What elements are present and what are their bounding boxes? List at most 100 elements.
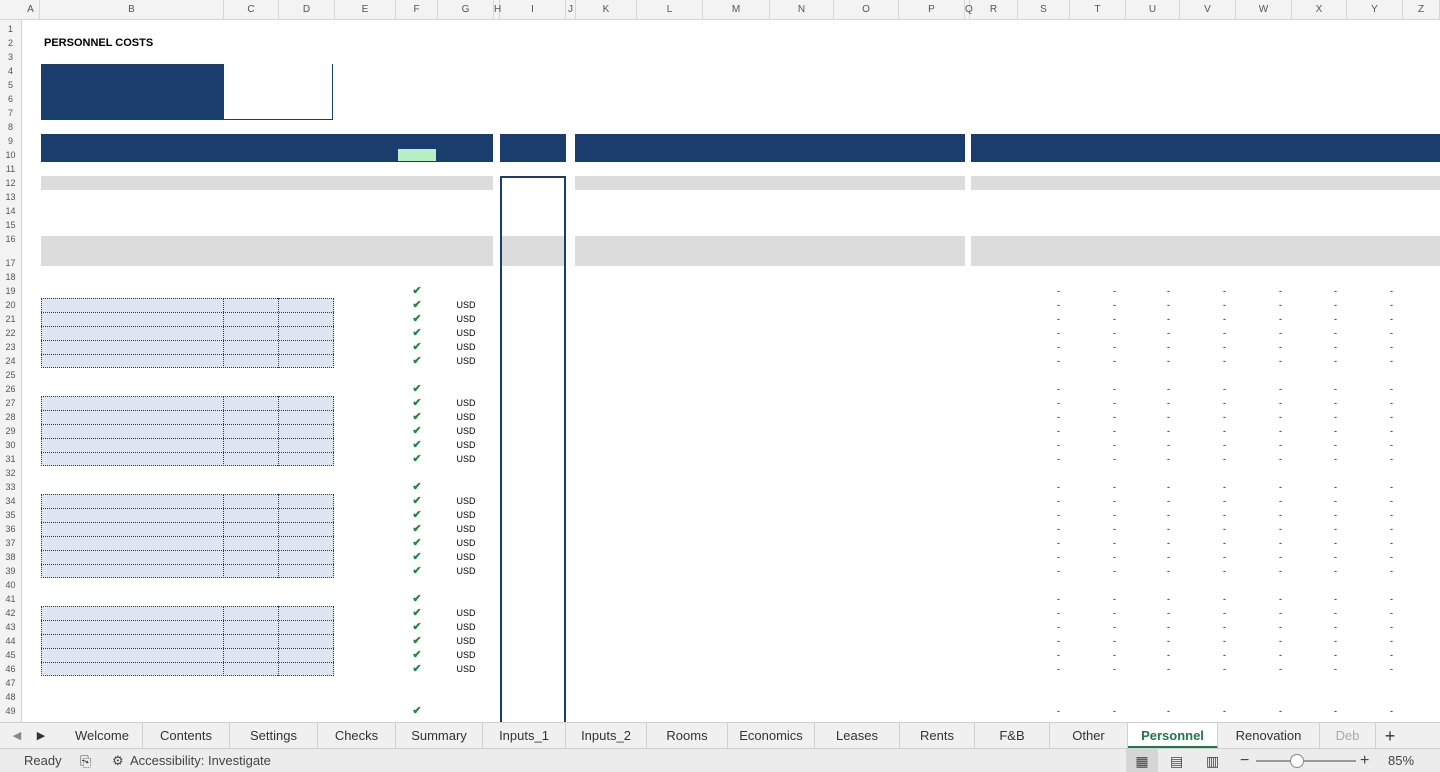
column-header[interactable]: Z	[1403, 0, 1440, 20]
headcount-field[interactable]	[224, 410, 276, 424]
row-header[interactable]: 21	[0, 312, 21, 326]
row-header[interactable]: 17	[0, 256, 21, 270]
input-name-field[interactable]	[52, 410, 222, 424]
headcount-field[interactable]	[224, 648, 276, 662]
tab-scroll-right-icon[interactable]: ▶	[32, 723, 50, 749]
headcount-field[interactable]	[224, 620, 276, 634]
column-header[interactable]: A	[22, 0, 40, 20]
input-name-field[interactable]	[52, 354, 222, 368]
row-header[interactable]: 25	[0, 368, 21, 382]
column-header[interactable]: W	[1236, 0, 1292, 20]
headcount-field[interactable]	[224, 606, 276, 620]
info-label[interactable]	[44, 78, 224, 92]
row-header[interactable]: 41	[0, 592, 21, 606]
row-header[interactable]: 1	[0, 22, 21, 36]
row-header[interactable]: 22	[0, 326, 21, 340]
row-header[interactable]: 13	[0, 190, 21, 204]
row-header[interactable]: 10	[0, 148, 21, 162]
row-header[interactable]: 4	[0, 64, 21, 78]
salary-field[interactable]	[279, 312, 331, 326]
info-label[interactable]	[44, 106, 224, 120]
column-header[interactable]: D	[279, 0, 335, 20]
row-header[interactable]: 40	[0, 578, 21, 592]
salary-field[interactable]	[279, 340, 331, 354]
column-header[interactable]: T	[1070, 0, 1126, 20]
tab-summary[interactable]: Summary	[396, 723, 483, 749]
tab-settings[interactable]: Settings	[230, 723, 318, 749]
accessibility-status[interactable]: Accessibility: Investigate	[130, 749, 271, 772]
salary-field[interactable]	[279, 634, 331, 648]
salary-field[interactable]	[279, 326, 331, 340]
salary-field[interactable]	[279, 438, 331, 452]
input-name-field[interactable]	[52, 662, 222, 676]
row-header[interactable]: 23	[0, 340, 21, 354]
headcount-field[interactable]	[224, 536, 276, 550]
column-header[interactable]: E	[335, 0, 396, 20]
macro-record-icon[interactable]: ⎘	[80, 749, 91, 772]
row-header[interactable]: 34	[0, 494, 21, 508]
row-header[interactable]: 47	[0, 676, 21, 690]
timing-const[interactable]	[224, 204, 279, 218]
row-header[interactable]: 9	[0, 134, 21, 148]
row-header[interactable]: 28	[0, 410, 21, 424]
salary-field[interactable]	[279, 522, 331, 536]
column-header[interactable]: X	[1292, 0, 1347, 20]
column-header[interactable]: M	[703, 0, 770, 20]
column-header[interactable]: Y	[1347, 0, 1403, 20]
checks-status-badge[interactable]	[398, 149, 436, 161]
column-header[interactable]: B	[40, 0, 224, 20]
row-header[interactable]: 11	[0, 162, 21, 176]
headcount-field[interactable]	[224, 452, 276, 466]
row-header[interactable]: 31	[0, 452, 21, 466]
salary-field[interactable]	[279, 550, 331, 564]
headcount-field[interactable]	[224, 564, 276, 578]
salary-field[interactable]	[279, 396, 331, 410]
input-name-field[interactable]	[52, 522, 222, 536]
input-name-field[interactable]	[52, 424, 222, 438]
zoom-in-icon[interactable]: +	[1360, 749, 1369, 772]
tab-personnel[interactable]: Personnel	[1128, 723, 1218, 749]
tab-scroll-left-icon[interactable]: ◀	[8, 723, 26, 749]
row-header[interactable]: 48	[0, 690, 21, 704]
headcount-field[interactable]	[224, 438, 276, 452]
input-name-field[interactable]	[52, 634, 222, 648]
headcount-field[interactable]	[224, 494, 276, 508]
input-name-field[interactable]	[52, 312, 222, 326]
row-header[interactable]: 45	[0, 648, 21, 662]
file-checks-icon[interactable]	[224, 106, 331, 120]
column-header[interactable]: O	[834, 0, 899, 20]
row-header[interactable]: 27	[0, 396, 21, 410]
tab-f-b[interactable]: F&B	[975, 723, 1050, 749]
headcount-field[interactable]	[224, 508, 276, 522]
salary-field[interactable]	[279, 620, 331, 634]
row-header[interactable]: 32	[0, 466, 21, 480]
column-header[interactable]: G	[438, 0, 494, 20]
column-header[interactable]: V	[1180, 0, 1236, 20]
headcount-field[interactable]	[224, 550, 276, 564]
row-header[interactable]: 30	[0, 438, 21, 452]
column-header[interactable]: U	[1126, 0, 1180, 20]
table-of-contents-icon[interactable]	[224, 92, 331, 106]
zoom-out-icon[interactable]: −	[1240, 749, 1249, 772]
row-header[interactable]: 15	[0, 218, 21, 232]
row-header[interactable]: 37	[0, 536, 21, 550]
headcount-field[interactable]	[224, 340, 276, 354]
row-header[interactable]: 36	[0, 522, 21, 536]
salary-field[interactable]	[279, 494, 331, 508]
page-break-view-icon[interactable]: ▥	[1206, 749, 1219, 772]
column-header[interactable]: L	[637, 0, 703, 20]
page-layout-view-icon[interactable]: ▤	[1170, 749, 1183, 772]
row-header[interactable]: 26	[0, 382, 21, 396]
salary-field[interactable]	[279, 564, 331, 578]
headcount-field[interactable]	[224, 662, 276, 676]
row-header[interactable]: 29	[0, 424, 21, 438]
timing-const[interactable]	[224, 218, 279, 232]
info-label[interactable]	[44, 64, 224, 78]
salary-field[interactable]	[279, 298, 331, 312]
row-header[interactable]: 44	[0, 634, 21, 648]
row-header[interactable]: 19	[0, 284, 21, 298]
tab-deb[interactable]: Deb	[1320, 723, 1376, 749]
column-header[interactable]: R	[970, 0, 1018, 20]
accessibility-icon[interactable]: ⚙	[112, 749, 124, 772]
salary-field[interactable]	[279, 410, 331, 424]
